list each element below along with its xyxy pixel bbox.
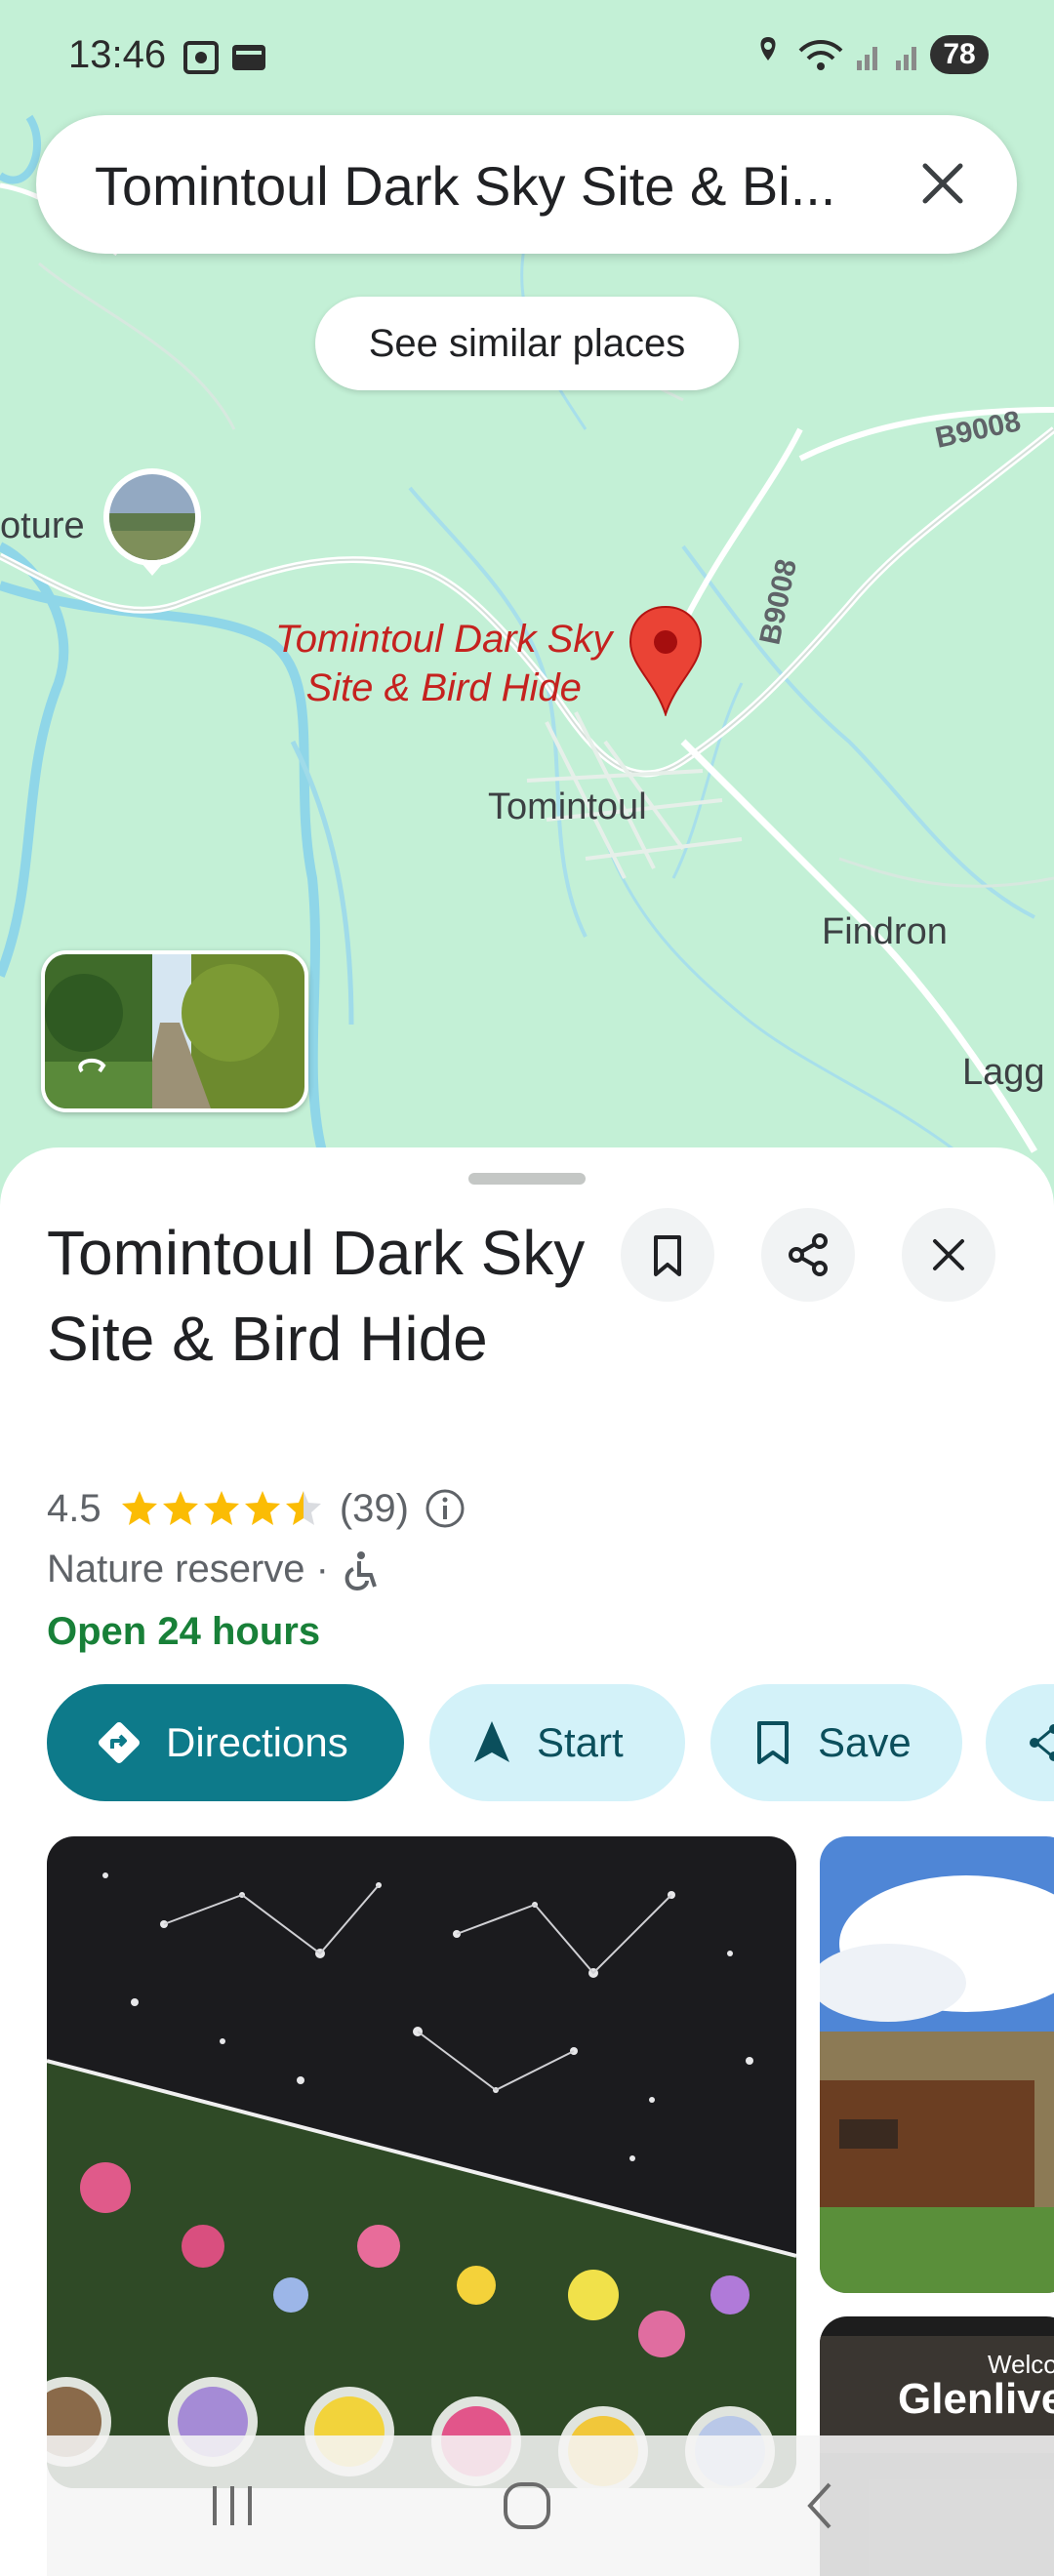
save-button[interactable]: Save — [710, 1684, 962, 1801]
category-row: Nature reserve · — [47, 1548, 379, 1592]
review-count: (39) — [339, 1486, 409, 1530]
back-icon[interactable] — [796, 2476, 843, 2535]
map-label-findron: Findron — [822, 911, 948, 952]
photo-marker[interactable] — [101, 466, 203, 576]
map-label-lagg: Lagg — [962, 1052, 1045, 1093]
save-label: Save — [818, 1719, 912, 1765]
bookmark-icon — [654, 1235, 681, 1276]
photo-main[interactable] — [47, 1836, 796, 2488]
street-view-image — [45, 954, 304, 1108]
directions-icon — [99, 1722, 140, 1763]
rating-stars — [121, 1491, 321, 1526]
street-view-thumbnail[interactable] — [41, 950, 308, 1112]
screenshot-icon — [183, 41, 265, 74]
status-time: 13:46 — [68, 33, 167, 76]
place-marker-label-line1: Tomintoul Dark Sky — [275, 618, 613, 661]
rating-value: 4.5 — [47, 1486, 101, 1530]
start-label: Start — [537, 1719, 624, 1765]
photo-bird-hide-image — [820, 1836, 1054, 2293]
rating-row[interactable]: 4.5 (39) — [47, 1485, 466, 1534]
share-button[interactable] — [761, 1208, 855, 1302]
photo-night-sky-flowers — [47, 1836, 796, 2488]
battery-indicator: 78 — [930, 35, 989, 74]
category-label: Nature reserve · — [47, 1548, 329, 1590]
system-nav-bar — [47, 2435, 1054, 2576]
directions-button[interactable]: Directions — [47, 1684, 404, 1801]
recent-apps-icon[interactable] — [207, 2476, 258, 2535]
place-marker-label-line2: Site & Bird Hide — [305, 666, 582, 709]
map-view[interactable]: 13:46 78 Tomintoul Dark Sky Site & Bi... — [0, 0, 1054, 1210]
save-icon-button[interactable] — [621, 1208, 714, 1302]
place-details-sheet[interactable]: Tomintoul Dark Sky Site & Bird Hide 4.5 — [0, 1147, 1054, 2576]
share-icon — [789, 1233, 828, 1276]
see-similar-places-button[interactable]: See similar places — [315, 297, 739, 390]
directions-label: Directions — [166, 1719, 348, 1765]
home-icon[interactable] — [498, 2476, 556, 2535]
place-marker-label: Tomintoul Dark Sky Site & Bird Hide — [275, 615, 612, 712]
place-title: Tomintoul Dark Sky Site & Bird Hide — [47, 1218, 586, 1374]
map-label-left: oture — [0, 505, 85, 546]
sheet-drag-handle[interactable] — [468, 1173, 586, 1185]
close-icon[interactable] — [912, 152, 974, 215]
wheelchair-accessible-icon — [345, 1551, 378, 1591]
photo-bird-hide[interactable] — [820, 1836, 1054, 2293]
navigation-arrow-icon — [474, 1721, 509, 1762]
close-sheet-button[interactable] — [902, 1208, 995, 1302]
search-bar[interactable]: Tomintoul Dark Sky Site & Bi... — [36, 115, 1017, 254]
welcome-sign-text-2: Glenlive — [898, 2375, 1054, 2423]
start-button[interactable]: Start — [429, 1684, 685, 1801]
share-icon — [1030, 1724, 1054, 1761]
info-icon[interactable] — [424, 1487, 466, 1530]
close-icon — [933, 1239, 964, 1270]
status-bar: 13:46 78 — [0, 0, 1054, 112]
share-chip-button[interactable] — [986, 1684, 1054, 1801]
map-label-town: Tomintoul — [488, 786, 647, 827]
open-hours[interactable]: Open 24 hours — [47, 1610, 320, 1654]
bookmark-icon — [757, 1721, 789, 1764]
search-input[interactable]: Tomintoul Dark Sky Site & Bi... — [95, 154, 835, 218]
wifi-icon — [760, 37, 916, 70]
place-pin-icon[interactable] — [628, 605, 703, 716]
